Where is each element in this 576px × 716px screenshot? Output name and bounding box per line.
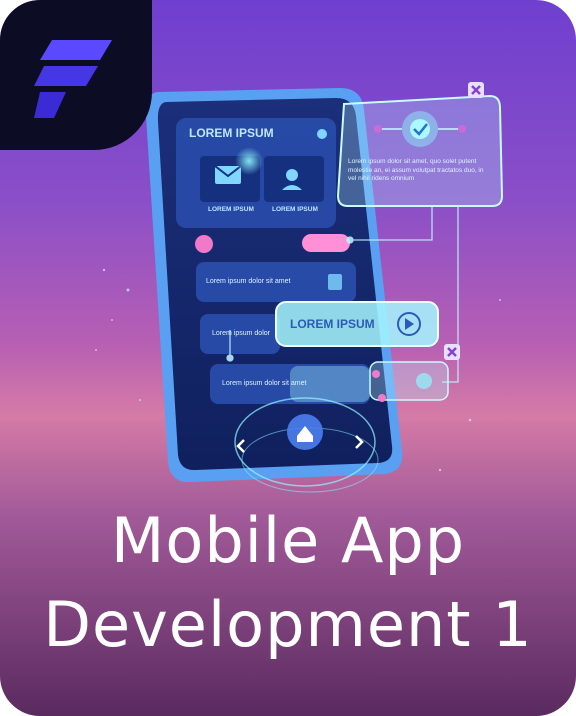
course-title-line-2: Development 1: [43, 588, 533, 661]
logo-tab: [0, 0, 152, 150]
list-row-1-label: Lorem ipsum dolor sit amet: [206, 278, 291, 285]
phone-header-label: LOREM IPSUM: [189, 126, 274, 140]
course-card[interactable]: LOREM IPSUM LOREM IPSUM LOREM IPSUM Lore…: [0, 0, 576, 716]
tile-left-label: LOREM IPSUM: [208, 206, 254, 213]
popup-label: LOREM IPSUM: [290, 317, 375, 331]
brand-f-logo-icon: [34, 40, 112, 118]
course-title-line-1: Mobile App: [110, 504, 466, 577]
panel-text: Lorem ipsum dolor sit amet, quo solet pu…: [348, 158, 484, 182]
list-row-2-label: Lorem ipsum dolor: [212, 330, 270, 337]
list-row-3-label: Lorem ipsum dolor sit amet: [222, 380, 307, 387]
tile-right-label: LOREM IPSUM: [272, 206, 318, 213]
floating-panel: [336, 82, 504, 207]
